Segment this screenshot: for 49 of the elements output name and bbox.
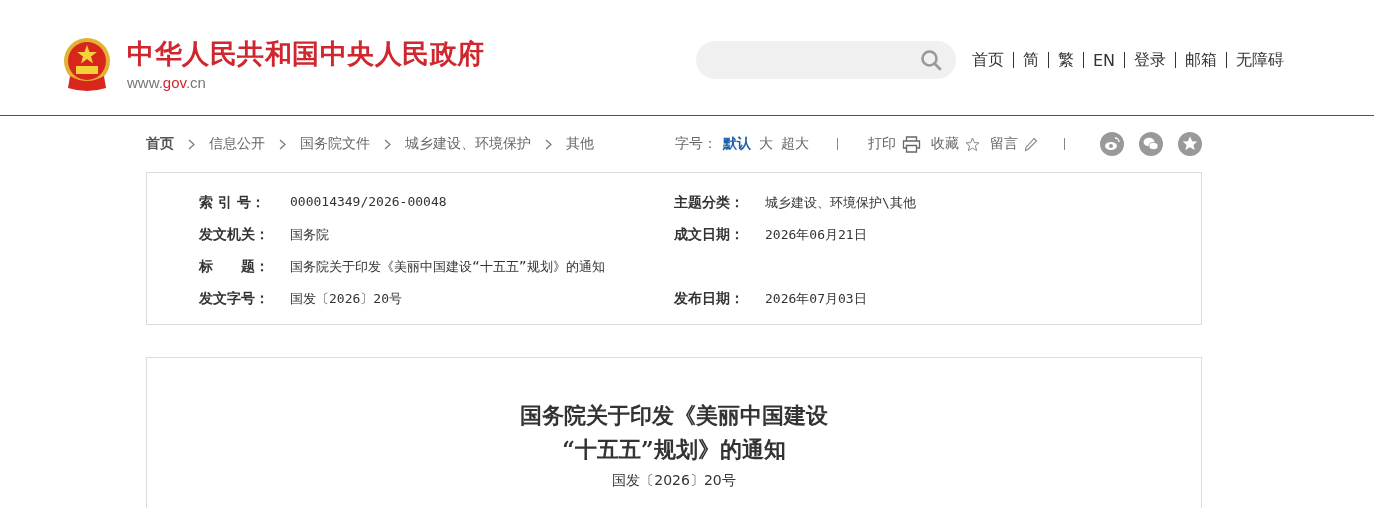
field-value: 国务院关于印发《美丽中国建设“十五五”规划》的通知 <box>290 258 605 276</box>
nav-link[interactable]: 登录 <box>1134 49 1166 71</box>
chevron-icon <box>188 138 195 150</box>
emblem-icon <box>62 36 112 92</box>
font-size-option[interactable]: 大 <box>759 135 773 153</box>
breadcrumb-link[interactable]: 首页 <box>146 135 174 153</box>
font-size-option[interactable]: 默认 <box>723 135 751 153</box>
font-size-label: 字号： <box>675 135 717 153</box>
breadcrumb-link[interactable]: 其他 <box>566 135 594 153</box>
nav-link[interactable]: 繁 <box>1057 49 1074 71</box>
nav-link[interactable]: 邮箱 <box>1185 49 1217 71</box>
field-label: 发布日期： <box>674 290 745 308</box>
field-label: 发文机关： <box>199 226 270 244</box>
font-size-option[interactable]: 超大 <box>781 135 809 153</box>
breadcrumb-link[interactable]: 信息公开 <box>209 135 265 153</box>
search-field[interactable] <box>695 41 956 79</box>
wechat-icon[interactable] <box>1139 132 1163 156</box>
breadcrumb-link[interactable]: 国务院文件 <box>300 135 370 153</box>
nav-link[interactable]: EN <box>1092 50 1115 70</box>
field-value: 000014349/2026-00048 <box>290 194 447 211</box>
chevron-icon <box>279 138 286 150</box>
field-value: 2026年07月03日 <box>765 290 867 308</box>
nav-link[interactable]: 首页 <box>971 49 1004 71</box>
document-number: 国发〔2026〕20号 <box>611 472 737 490</box>
printer-icon[interactable] <box>902 135 921 153</box>
nav-link[interactable]: 简 <box>1022 49 1039 71</box>
site-title: 中华人民共和国中央人民政府 <box>127 38 485 70</box>
breadcrumb-link[interactable]: 城乡建设、环境保护 <box>405 135 531 153</box>
comment-link[interactable]: 留言 <box>990 135 1018 153</box>
star-icon[interactable] <box>965 136 980 152</box>
chevron-icon <box>545 138 552 150</box>
field-value: 城乡建设、环境保护\其他 <box>765 194 916 212</box>
field-label: 成文日期： <box>674 226 745 244</box>
field-label: 主题分类： <box>674 194 745 212</box>
field-value: 国发〔2026〕20号 <box>290 290 402 308</box>
field-label: 发文字号： <box>199 290 270 308</box>
print-link[interactable]: 打印 <box>868 135 896 153</box>
field-label: 索 引 号： <box>199 194 266 212</box>
site-url: www.gov.cn <box>127 74 207 91</box>
weibo-icon[interactable] <box>1100 132 1124 156</box>
nav-link[interactable]: 无障碍 <box>1236 49 1284 71</box>
field-label: 标 题： <box>199 258 270 276</box>
pencil-icon[interactable] <box>1024 136 1038 152</box>
chevron-icon <box>384 138 391 150</box>
favorite-link[interactable]: 收藏 <box>931 135 959 153</box>
search-icon[interactable] <box>919 49 942 71</box>
field-value: 国务院 <box>290 226 329 244</box>
article-title: 国务院关于印发《美丽中国建设 “十五五”规划》的通知 <box>520 401 828 464</box>
field-value: 2026年06月21日 <box>765 226 867 244</box>
